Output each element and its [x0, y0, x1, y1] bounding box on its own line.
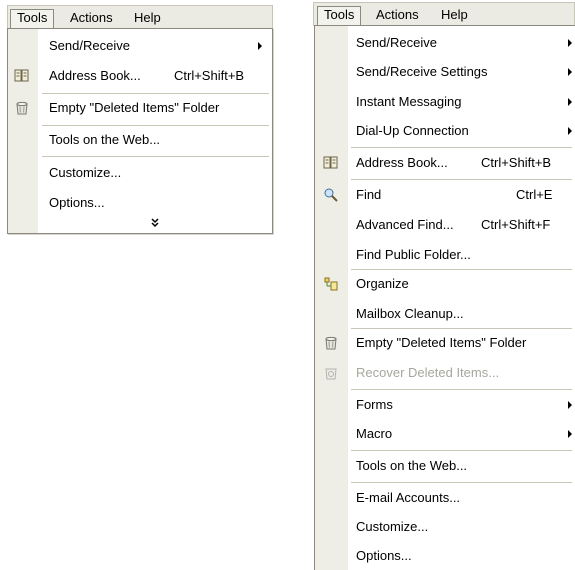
- menu-item-send-receive-settings[interactable]: Send/Receive Settings: [315, 58, 575, 86]
- menu-item-label: Empty "Deleted Items" Folder: [49, 100, 220, 115]
- menu-item-options[interactable]: Options...: [315, 542, 575, 570]
- menu-item-label: Empty "Deleted Items" Folder: [356, 335, 527, 350]
- menu-item-instant-messaging[interactable]: Instant Messaging: [315, 88, 575, 116]
- menu-item-tools-on-web[interactable]: Tools on the Web...: [8, 126, 272, 154]
- menu-item-mailbox-cleanup[interactable]: Mailbox Cleanup...: [315, 300, 575, 328]
- menu-item-label: Address Book...: [49, 68, 141, 83]
- menu-item-dial-up[interactable]: Dial-Up Connection: [315, 117, 575, 145]
- menu-item-address-book[interactable]: Address Book... Ctrl+Shift+B: [315, 149, 575, 177]
- menu-item-label: Options...: [356, 548, 412, 563]
- recover-deleted-icon: [323, 365, 339, 381]
- menu-item-label: Mailbox Cleanup...: [356, 306, 464, 321]
- menu-item-label: Options...: [49, 195, 105, 210]
- menu-item-shortcut: Ctrl+Shift+F: [481, 217, 551, 232]
- menu-item-macro[interactable]: Macro: [315, 420, 575, 448]
- menu-item-empty-deleted[interactable]: Empty "Deleted Items" Folder: [8, 94, 272, 122]
- organize-icon: [323, 276, 339, 292]
- menu-item-shortcut: Ctrl+Shift+B: [174, 68, 245, 83]
- submenu-arrow-icon: [258, 42, 262, 50]
- menu-item-shortcut: Ctrl+Shift+B: [481, 155, 552, 170]
- menu-separator: [351, 179, 572, 180]
- menu-item-customize[interactable]: Customize...: [8, 159, 272, 187]
- submenu-arrow-icon: [568, 401, 572, 409]
- menu-item-forms[interactable]: Forms: [315, 391, 575, 419]
- menu-item-organize[interactable]: Organize: [315, 270, 575, 298]
- menu-item-label: Address Book...: [356, 155, 448, 170]
- left-menubar-tools[interactable]: Tools: [10, 9, 55, 28]
- right-menubar: Tools Actions Help: [313, 2, 575, 26]
- right-menubar-tools[interactable]: Tools: [317, 6, 362, 25]
- submenu-arrow-icon: [568, 127, 572, 135]
- menu-item-recover-deleted: Recover Deleted Items...: [315, 359, 575, 387]
- menu-separator: [351, 389, 572, 390]
- menu-item-find[interactable]: Find Ctrl+E: [315, 181, 575, 209]
- find-icon: [323, 187, 339, 203]
- left-menubar: Tools Actions Help: [7, 5, 273, 29]
- menu-separator: [351, 147, 572, 148]
- menu-item-label: Dial-Up Connection: [356, 123, 469, 138]
- left-menubar-actions[interactable]: Actions: [64, 9, 119, 28]
- menu-item-label: Send/Receive Settings: [356, 64, 488, 79]
- menu-item-customize[interactable]: Customize...: [315, 513, 575, 541]
- submenu-arrow-icon: [568, 98, 572, 106]
- submenu-arrow-icon: [568, 68, 572, 76]
- expand-menu-chevron-icon[interactable]: [38, 215, 272, 231]
- menu-item-label: Customize...: [356, 519, 429, 534]
- menu-item-send-receive[interactable]: Send/Receive: [315, 29, 575, 57]
- address-book-icon: [323, 155, 339, 171]
- menu-item-label: Find: [356, 187, 382, 202]
- menu-separator: [42, 156, 269, 157]
- menu-item-label: Advanced Find...: [356, 217, 454, 232]
- menu-item-label: Send/Receive: [356, 35, 437, 50]
- submenu-arrow-icon: [568, 39, 572, 47]
- menu-item-advanced-find[interactable]: Advanced Find... Ctrl+Shift+F: [315, 211, 575, 239]
- right-menubar-actions[interactable]: Actions: [370, 6, 425, 25]
- menu-item-label: Send/Receive: [49, 38, 130, 53]
- menu-item-label: Tools on the Web...: [49, 132, 161, 147]
- menu-item-label: Find Public Folder...: [356, 247, 471, 262]
- recycle-bin-icon: [14, 100, 30, 116]
- menu-item-shortcut: Ctrl+E: [516, 187, 553, 202]
- menu-item-label: Organize: [356, 276, 409, 291]
- right-tools-menu: Send/Receive Send/Receive Settings Insta…: [314, 25, 575, 570]
- menu-item-address-book[interactable]: Address Book... Ctrl+Shift+B: [8, 62, 272, 90]
- menu-separator: [351, 450, 572, 451]
- menu-item-email-accounts[interactable]: E-mail Accounts...: [315, 484, 575, 512]
- menu-item-label: Forms: [356, 397, 393, 412]
- menu-item-label: Tools on the Web...: [356, 458, 468, 473]
- menu-item-label: Customize...: [49, 165, 122, 180]
- menu-item-find-public-folder[interactable]: Find Public Folder...: [315, 241, 575, 269]
- menu-item-send-receive[interactable]: Send/Receive: [8, 32, 272, 60]
- address-book-icon: [14, 68, 30, 84]
- menu-item-options[interactable]: Options...: [8, 189, 272, 217]
- right-menubar-help[interactable]: Help: [435, 6, 474, 25]
- menu-item-label: Instant Messaging: [356, 94, 462, 109]
- menu-item-label: Macro: [356, 426, 393, 441]
- recycle-bin-icon: [323, 335, 339, 351]
- menu-item-empty-deleted[interactable]: Empty "Deleted Items" Folder: [315, 329, 575, 357]
- menu-separator: [351, 482, 572, 483]
- left-menubar-help[interactable]: Help: [128, 9, 167, 28]
- submenu-arrow-icon: [568, 430, 572, 438]
- menu-item-label: Recover Deleted Items...: [356, 365, 500, 380]
- menu-item-label: E-mail Accounts...: [356, 490, 461, 505]
- left-tools-menu: Send/Receive Address Book... Ctrl+Shift+…: [7, 28, 273, 234]
- menu-item-tools-on-web[interactable]: Tools on the Web...: [315, 452, 575, 480]
